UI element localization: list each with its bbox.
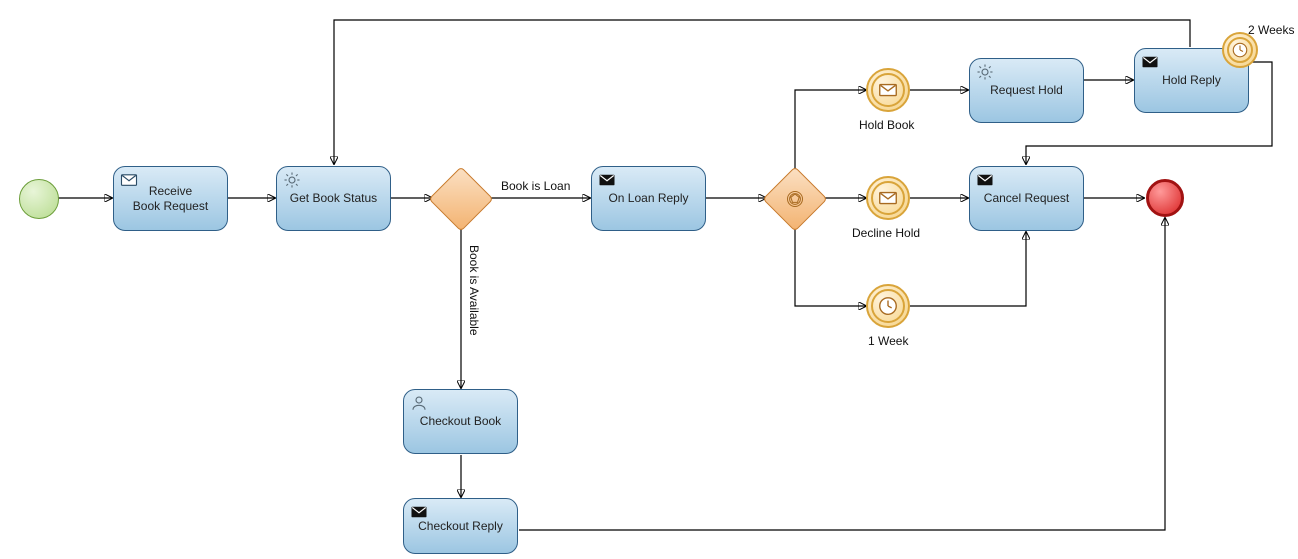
envelope-filled-icon	[976, 171, 994, 189]
user-icon	[410, 394, 428, 412]
task-label: On Loan Reply	[600, 191, 697, 206]
task-request-hold: Request Hold	[969, 58, 1084, 123]
task-on-loan-reply: On Loan Reply	[591, 166, 706, 231]
envelope-icon	[877, 187, 899, 209]
task-label: Request Hold	[978, 83, 1075, 98]
envelope-filled-icon	[598, 171, 616, 189]
edge-label-book-is-loan: Book is Loan	[501, 179, 570, 193]
task-get-book-status: Get Book Status	[276, 166, 391, 231]
task-checkout-reply: Checkout Reply	[403, 498, 518, 554]
event-two-weeks-boundary	[1222, 32, 1258, 68]
event-label: Hold Book	[859, 118, 914, 132]
task-label: Get Book Status	[285, 191, 382, 206]
task-receive-book-request: ReceiveBook Request	[113, 166, 228, 231]
event-label: 1 Week	[868, 334, 908, 348]
event-label: Decline Hold	[852, 226, 920, 240]
envelope-filled-icon	[1141, 53, 1159, 71]
envelope-filled-icon	[410, 503, 428, 521]
envelope-icon	[877, 79, 899, 101]
gear-icon	[283, 171, 301, 189]
task-label: Checkout Book	[412, 414, 509, 429]
task-cancel-request: Cancel Request	[969, 166, 1084, 231]
event-decline-hold	[866, 176, 910, 220]
end-event	[1146, 179, 1184, 217]
clock-icon	[1231, 41, 1249, 59]
task-label: Cancel Request	[978, 191, 1075, 206]
connectors-layer	[0, 0, 1298, 559]
event-hold-book	[866, 68, 910, 112]
edge-label-book-is-available: Book is Available	[467, 245, 481, 336]
event-based-gateway	[762, 166, 827, 231]
task-label: Hold Reply	[1143, 73, 1240, 88]
envelope-icon	[120, 171, 138, 189]
gear-icon	[976, 63, 994, 81]
task-checkout-book: Checkout Book	[403, 389, 518, 454]
clock-icon	[877, 295, 899, 317]
start-event	[19, 179, 59, 219]
event-label: 2 Weeks	[1248, 23, 1294, 37]
exclusive-gateway	[428, 166, 493, 231]
event-one-week	[866, 284, 910, 328]
